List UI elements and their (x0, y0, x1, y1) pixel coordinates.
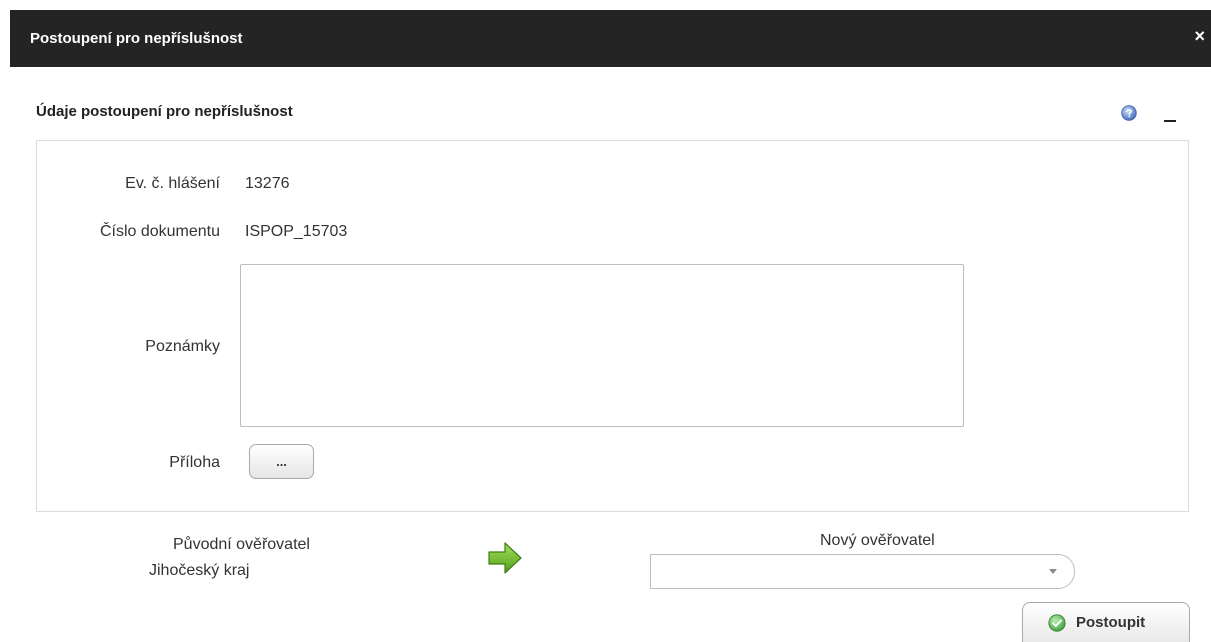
original-verifier-label: Původní ověřovatel (173, 536, 310, 553)
notes-label: Poznámky (145, 338, 220, 355)
attachment-label: Příloha (169, 454, 220, 471)
dialog: Postoupení pro nepříslušnost × Údaje pos… (0, 0, 1211, 642)
dialog-titlebar: Postoupení pro nepříslušnost × (10, 10, 1211, 67)
submit-button[interactable]: Postoupit (1022, 602, 1190, 642)
new-verifier-select[interactable] (650, 554, 1075, 589)
chevron-down-icon (1049, 569, 1057, 574)
dialog-title: Postoupení pro nepříslušnost (30, 30, 243, 47)
report-number-label: Ev. č. hlášení (125, 175, 220, 192)
arrow-right-icon (488, 542, 522, 574)
document-number-value: ISPOP_15703 (245, 223, 348, 240)
submit-button-label: Postoupit (1076, 614, 1146, 631)
original-verifier-value: Jihočeský kraj (149, 562, 250, 579)
report-number-value: 13276 (245, 175, 290, 192)
help-icon[interactable] (1121, 105, 1137, 121)
section-title: Údaje postoupení pro nepříslušnost (36, 103, 293, 120)
attachment-browse-button[interactable]: ... (249, 444, 314, 479)
document-number-label: Číslo dokumentu (99, 223, 220, 240)
collapse-icon[interactable] (1164, 112, 1176, 122)
close-icon[interactable]: × (1194, 26, 1205, 46)
new-verifier-label: Nový ověřovatel (820, 532, 935, 549)
check-circle-icon (1048, 614, 1066, 632)
notes-textarea[interactable] (240, 264, 964, 427)
